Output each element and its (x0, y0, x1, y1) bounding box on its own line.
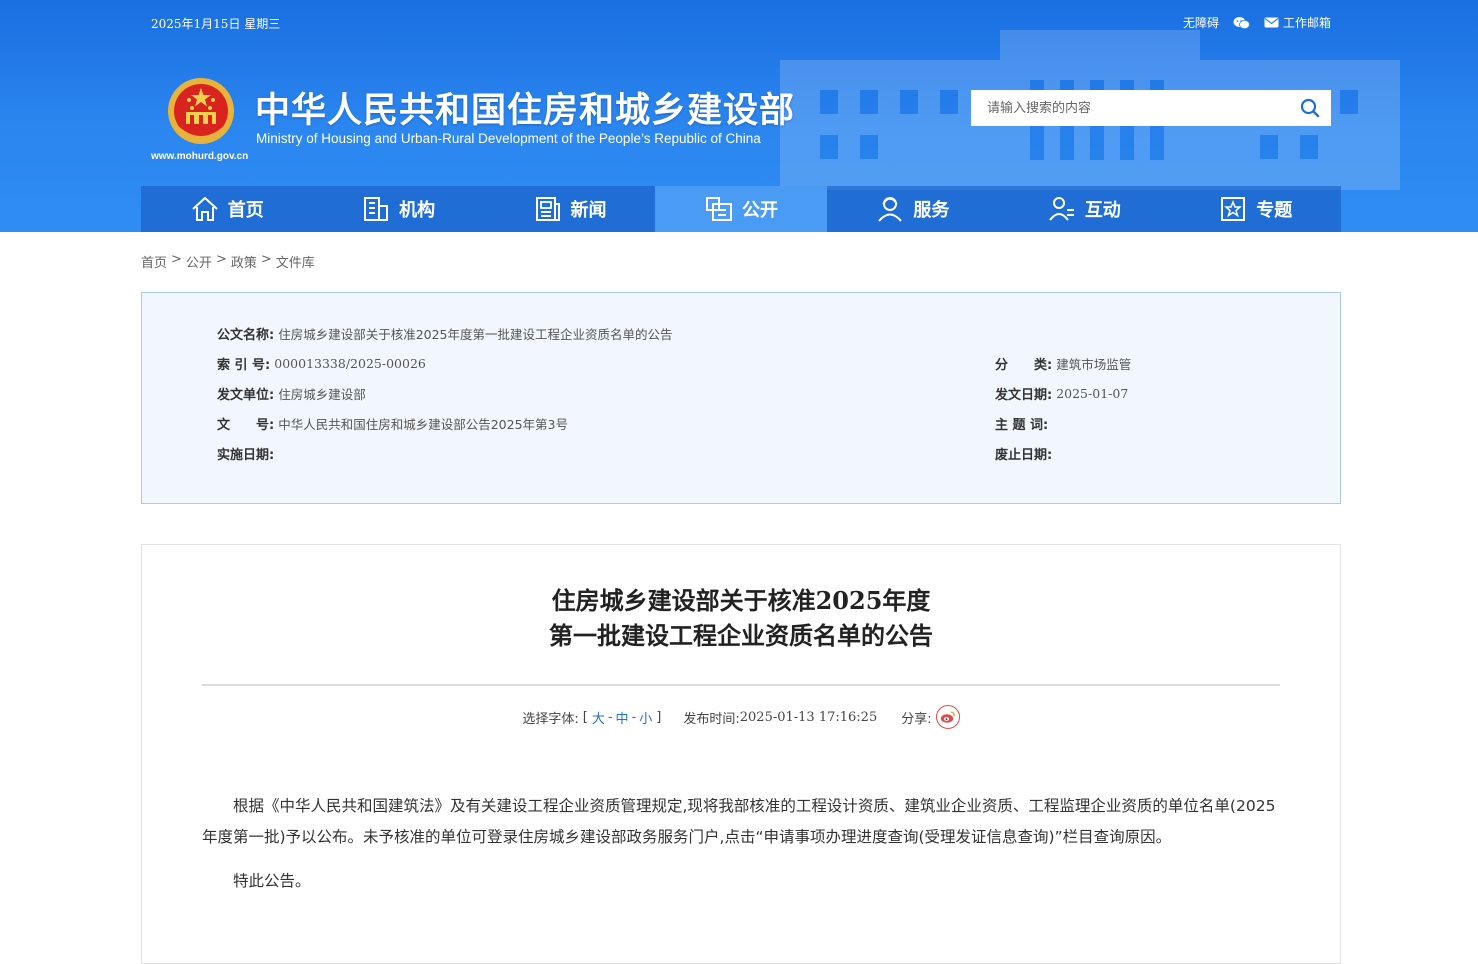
font-size-separator: - (607, 709, 613, 725)
newspaper-icon (535, 197, 560, 221)
breadcrumb-public[interactable]: 公开 (186, 252, 212, 271)
nav-item-news[interactable]: 新闻 (484, 186, 655, 232)
share-label: 分享: (901, 711, 932, 727)
breadcrumb-separator: > (260, 252, 272, 267)
nav-item-service[interactable]: 服务 (827, 186, 998, 232)
wechat-icon[interactable] (1233, 16, 1250, 30)
info-label: 实施日期: (217, 448, 275, 463)
site-url: www.mohurd.gov.cn (151, 151, 249, 162)
article-title-line2: 第一批建设工程企业资质名单的公告 (549, 621, 933, 650)
nav-item-organization[interactable]: 机构 (312, 186, 483, 232)
nav-label: 专题 (1256, 200, 1293, 221)
breadcrumb-policy[interactable]: 政策 (231, 252, 257, 271)
title-divider (202, 684, 1280, 686)
work-mail-link[interactable]: 工作邮箱 (1264, 14, 1331, 31)
font-size-large-link[interactable]: 大 (592, 708, 605, 727)
service-icon (878, 197, 903, 222)
publish-time: 2025-01-13 17:16:25 (739, 709, 878, 725)
info-value: 000013338/2025-00026 (274, 356, 426, 371)
info-doc-number: 文 号: 中华人民共和国住房和城乡建设部公告2025年第3号 (217, 414, 568, 433)
info-label: 公文名称: (217, 328, 275, 343)
info-label: 文 号: (217, 418, 275, 433)
nav-label: 新闻 (570, 200, 607, 221)
nav-item-home[interactable]: 首页 (141, 186, 312, 232)
site-header: 2025年1月15日 星期三 无障碍 工作邮箱 www.mohurd.gov.c… (0, 0, 1478, 232)
document-info-panel: 公文名称: 住房城乡建设部关于核准2025年度第一批建设工程企业资质名单的公告 … (141, 292, 1341, 504)
info-value: 2025-01-07 (1056, 386, 1129, 401)
nav-item-topics[interactable]: 专题 (1170, 186, 1341, 232)
font-select-label: 选择字体: (522, 711, 579, 727)
mail-icon (1264, 17, 1279, 28)
star-icon (1221, 197, 1246, 221)
bracket-close: ] (656, 709, 662, 725)
current-date: 2025年1月15日 星期三 (151, 17, 281, 31)
home-icon (192, 196, 218, 221)
site-title: 中华人民共和国住房和城乡建设部 (255, 91, 796, 131)
nav-label: 机构 (399, 200, 436, 221)
nav-label: 公开 (741, 200, 778, 221)
info-value: 住房城乡建设部关于核准2025年度第一批建设工程企业资质名单的公告 (278, 327, 673, 342)
info-label: 索 引 号: (217, 358, 271, 373)
nav-label: 互动 (1084, 200, 1121, 221)
info-effective-date: 实施日期: (217, 444, 278, 463)
document-icon (705, 197, 732, 221)
info-label: 发文单位: (217, 388, 275, 403)
nav-item-interaction[interactable]: 互动 (998, 186, 1169, 232)
info-index: 索 引 号: 000013338/2025-00026 (217, 354, 426, 373)
publish-label: 发布时间: (683, 711, 740, 727)
nav-label: 服务 (913, 200, 950, 221)
weibo-share-button[interactable] (935, 705, 960, 729)
breadcrumb: 首页 > 公开 > 政策 > 文件库 (141, 252, 315, 271)
article-body: 根据《中华人民共和国建筑法》及有关建设工程企业资质管理规定,现将我部核准的工程设… (202, 791, 1280, 897)
info-doc-name: 公文名称: 住房城乡建设部关于核准2025年度第一批建设工程企业资质名单的公告 (217, 324, 673, 343)
info-value: 建筑市场监管 (1056, 357, 1132, 372)
interaction-icon (1049, 197, 1074, 221)
info-keywords: 主 题 词: (995, 414, 1052, 433)
font-size-small-link[interactable]: 小 (639, 708, 652, 727)
info-abolish-date: 废止日期: (995, 444, 1056, 463)
breadcrumb-home[interactable]: 首页 (141, 252, 167, 271)
info-value: 中华人民共和国住房和城乡建设部公告2025年第3号 (278, 417, 568, 432)
search-input[interactable] (971, 90, 1289, 126)
topbar-links: 无障碍 工作邮箱 (1183, 14, 1331, 31)
search-box (971, 90, 1331, 126)
nav-item-public[interactable]: 公开 (655, 186, 827, 232)
work-mail-label: 工作邮箱 (1282, 16, 1331, 30)
info-label: 发文日期: (995, 388, 1053, 403)
info-label: 主 题 词: (995, 418, 1049, 433)
article-meta: 选择字体: [ 大 - 中 - 小 ] 发布时间: 2025-01-13 17:… (142, 705, 1340, 729)
article-title-line1: 住房城乡建设部关于核准2025年度 (551, 586, 931, 615)
site-title-english: Ministry of Housing and Urban-Rural Deve… (256, 131, 761, 146)
building-icon (364, 197, 389, 221)
search-icon (1300, 98, 1320, 118)
national-emblem-logo[interactable] (164, 76, 238, 150)
breadcrumb-separator: > (171, 252, 182, 267)
article-paragraph: 特此公告。 (233, 872, 311, 890)
nav-label: 首页 (227, 200, 264, 221)
font-size-separator: - (631, 709, 637, 725)
accessibility-link[interactable]: 无障碍 (1183, 14, 1219, 31)
info-issuer: 发文单位: 住房城乡建设部 (217, 384, 366, 403)
bracket-open: [ (582, 709, 588, 725)
info-issue-date: 发文日期: 2025-01-07 (995, 384, 1128, 403)
article-paragraph: 根据《中华人民共和国建筑法》及有关建设工程企业资质管理规定,现将我部核准的工程设… (202, 797, 1276, 846)
breadcrumb-library[interactable]: 文件库 (276, 252, 315, 271)
main-nav: 首页 机构 新闻 公开 服务 互动 专题 (141, 186, 1341, 232)
breadcrumb-separator: > (215, 252, 227, 267)
font-size-medium-link[interactable]: 中 (616, 708, 629, 727)
info-label: 废止日期: (995, 448, 1053, 463)
search-button[interactable] (1289, 90, 1331, 126)
weibo-icon (940, 711, 955, 723)
info-value: 住房城乡建设部 (278, 387, 366, 402)
article-container: 住房城乡建设部关于核准2025年度 第一批建设工程企业资质名单的公告 选择字体:… (141, 544, 1341, 964)
info-label: 分 类: (995, 358, 1053, 373)
info-category: 分 类: 建筑市场监管 (995, 354, 1131, 373)
